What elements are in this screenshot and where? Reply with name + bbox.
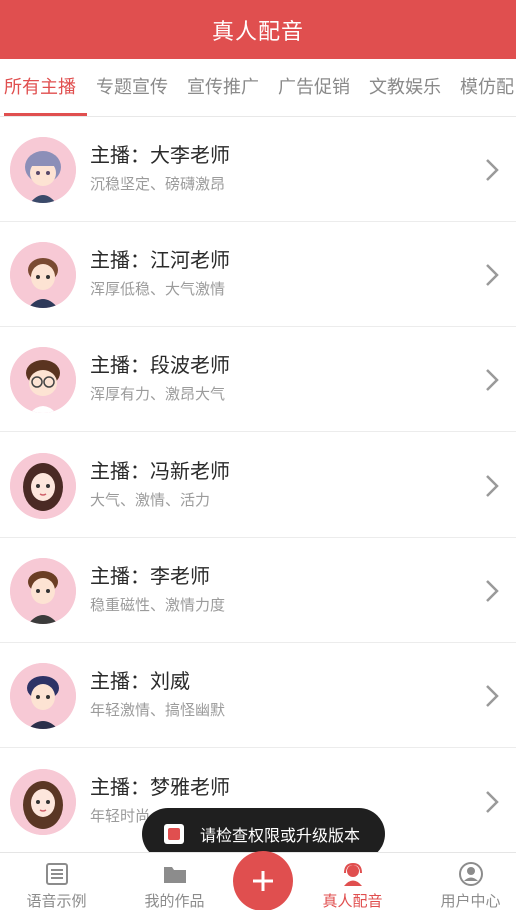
- anchor-row[interactable]: 主播：李老师 稳重磁性、激情力度: [0, 538, 516, 643]
- tabbar-label: 真人配音: [322, 892, 383, 910]
- folder-icon: [163, 867, 186, 883]
- tabbar-item-my-works[interactable]: 我的作品: [123, 853, 226, 910]
- chevron-right-icon: [486, 159, 499, 181]
- tab-culture-entertainment[interactable]: 文教娱乐: [369, 59, 441, 116]
- app-header: 真人配音: [0, 0, 516, 59]
- anchor-row[interactable]: 主播：大李老师 沉稳坚定、磅礴激昂: [0, 117, 516, 222]
- app-icon: [164, 824, 184, 844]
- anchor-name: 主播：李老师: [90, 564, 210, 588]
- avatar-icon: [10, 769, 76, 835]
- avatar-icon: [10, 242, 76, 308]
- anchor-description: 年轻激情、搞怪幽默: [90, 701, 226, 719]
- tabbar-item-user-center[interactable]: 用户中心: [419, 853, 516, 910]
- tabbar-label: 用户中心: [440, 892, 501, 910]
- tab-all-anchors[interactable]: 所有主播: [4, 59, 76, 116]
- toast-message: 请检查权限或升级版本: [200, 826, 361, 845]
- headset-icon: [343, 862, 362, 886]
- tab-imitation[interactable]: 模仿配: [460, 59, 514, 116]
- tabbar-label: 我的作品: [144, 892, 205, 910]
- anchor-description: 浑厚有力、激昂大气: [90, 385, 226, 403]
- anchor-description: 浑厚低稳、大气激情: [90, 280, 226, 298]
- anchor-name: 主播：江河老师: [90, 248, 230, 272]
- avatar-icon: [10, 453, 76, 519]
- avatar-icon: [10, 558, 76, 624]
- avatar-icon: [10, 663, 76, 729]
- anchor-description: 年轻时尚: [90, 807, 151, 825]
- anchor-description: 稳重磁性、激情力度: [90, 596, 226, 614]
- anchor-name: 主播：大李老师: [90, 143, 230, 167]
- tab-ad-promotion[interactable]: 广告促销: [278, 59, 350, 116]
- anchor-row[interactable]: 主播：段波老师 浑厚有力、激昂大气: [0, 327, 516, 432]
- anchor-name: 主播：梦雅老师: [90, 775, 230, 799]
- list-icon: [45, 863, 68, 885]
- tab-publicity[interactable]: 宣传推广: [187, 59, 259, 116]
- add-button[interactable]: [233, 851, 293, 910]
- chevron-right-icon: [486, 264, 499, 286]
- avatar-icon: [10, 137, 76, 203]
- chevron-right-icon: [486, 791, 499, 813]
- chevron-right-icon: [486, 685, 499, 707]
- active-tab-indicator: [4, 113, 87, 116]
- plus-icon: [253, 871, 273, 891]
- tabbar-item-voice-samples[interactable]: 语音示例: [5, 853, 108, 910]
- chevron-right-icon: [486, 580, 499, 602]
- anchor-name: 主播：冯新老师: [90, 459, 230, 483]
- chevron-right-icon: [486, 369, 499, 391]
- tab-topic-promotion[interactable]: 专题宣传: [96, 59, 168, 116]
- page-title: 真人配音: [211, 19, 304, 45]
- avatar-icon: [10, 347, 76, 413]
- tabbar-label: 语音示例: [26, 892, 87, 910]
- anchor-name: 主播：段波老师: [90, 353, 230, 377]
- anchor-row[interactable]: 主播：冯新老师 大气、激情、活力: [0, 433, 516, 538]
- anchor-name: 主播：刘威: [90, 669, 190, 693]
- category-tabs: 所有主播 专题宣传 宣传推广 广告促销 文教娱乐 模仿配: [0, 59, 516, 117]
- user-icon: [458, 862, 483, 886]
- anchor-description: 大气、激情、活力: [90, 491, 211, 509]
- anchor-row[interactable]: 主播：江河老师 浑厚低稳、大气激情: [0, 222, 516, 327]
- anchor-row[interactable]: 主播：刘威 年轻激情、搞怪幽默: [0, 643, 516, 748]
- chevron-right-icon: [486, 475, 499, 497]
- anchor-description: 沉稳坚定、磅礴激昂: [90, 175, 226, 193]
- tabbar-item-real-voice[interactable]: 真人配音: [301, 853, 404, 910]
